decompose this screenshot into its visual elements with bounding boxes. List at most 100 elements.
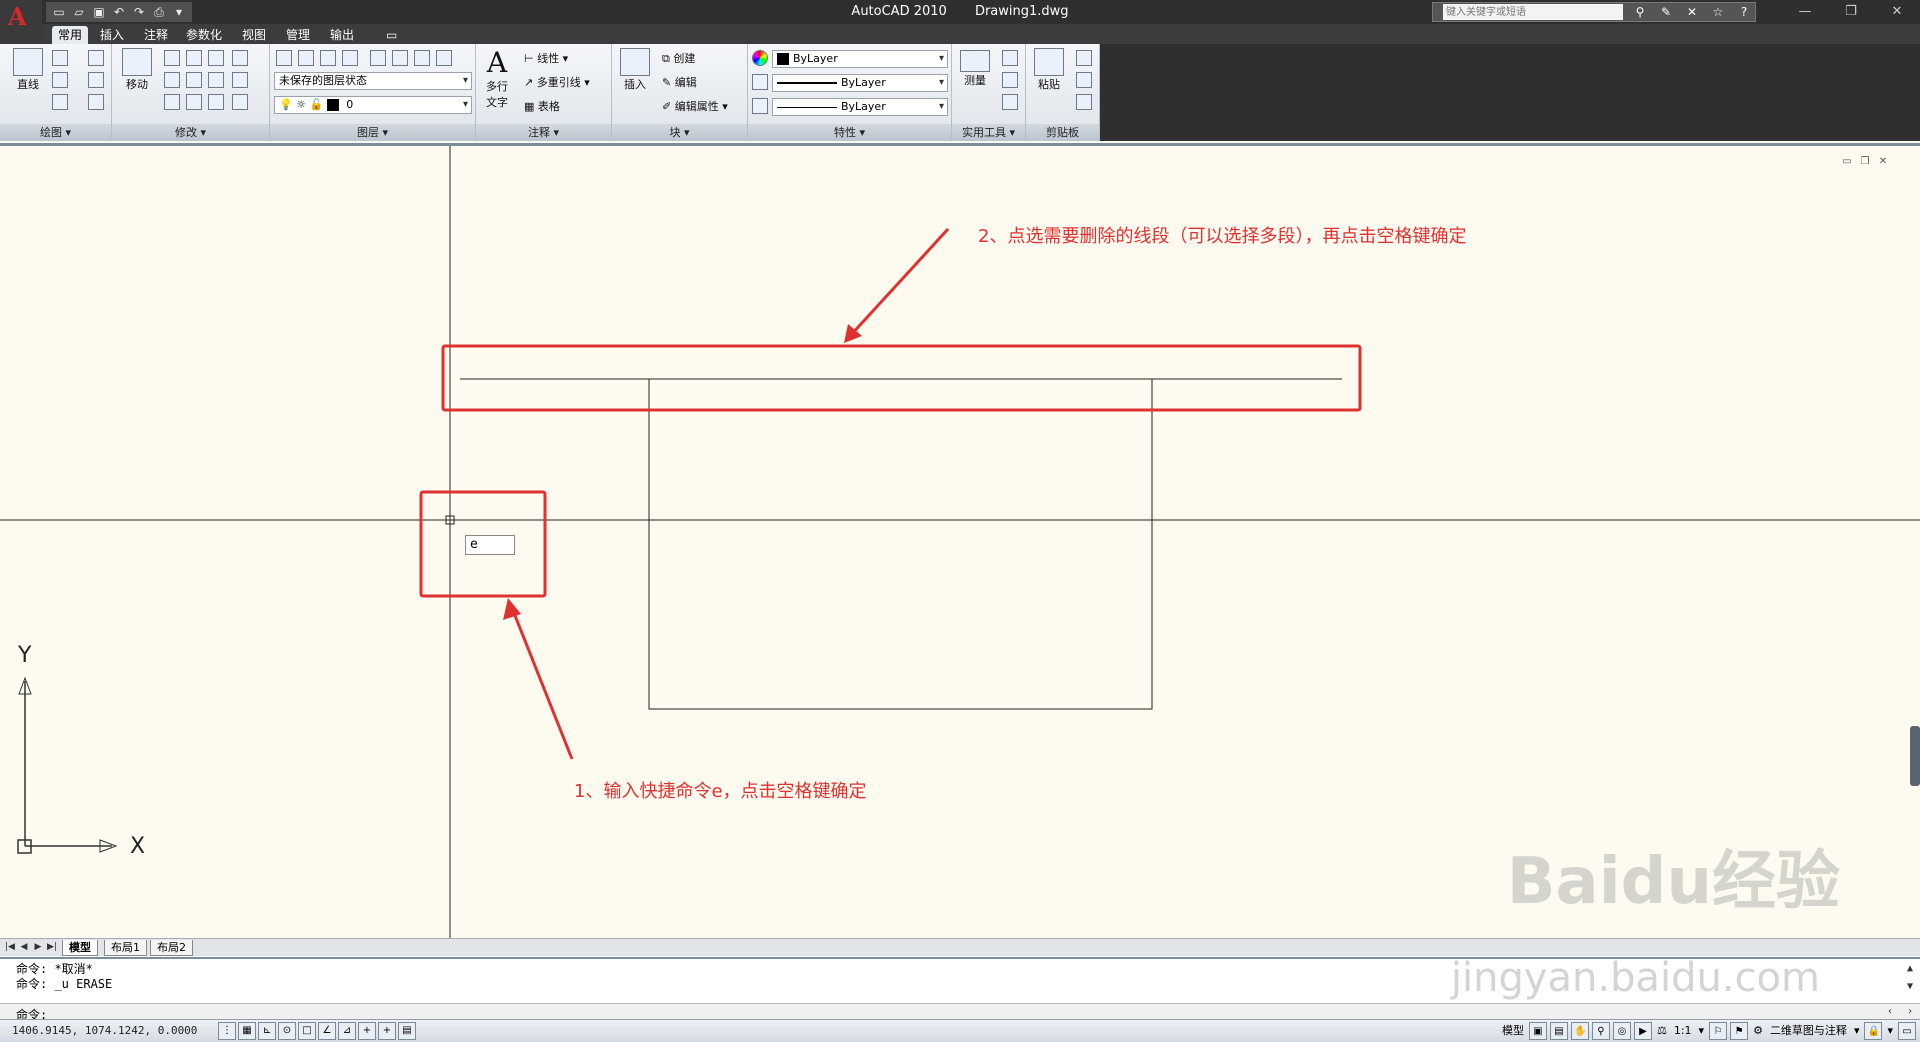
quick-select-icon[interactable] <box>1002 50 1018 66</box>
otrack-toggle-icon[interactable]: ∠ <box>318 1022 336 1040</box>
undo-icon[interactable]: ↶ <box>110 3 128 21</box>
paste-button[interactable]: 粘贴 <box>1032 48 1066 92</box>
workspace-dropdown-icon[interactable]: ▾ <box>1852 1022 1862 1040</box>
fillet-icon[interactable] <box>186 94 202 110</box>
pan-icon[interactable]: ✋ <box>1570 1022 1589 1040</box>
redo-icon[interactable]: ↷ <box>130 3 148 21</box>
command-scroll-up-icon[interactable]: ▲ <box>1902 961 1918 977</box>
restore-button[interactable]: ❐ <box>1828 0 1874 24</box>
model-space-button[interactable]: 模型 <box>1500 1022 1526 1040</box>
layer-lock-icon[interactable] <box>414 50 430 66</box>
linetype-icon[interactable] <box>752 98 768 114</box>
layer-freeze-icon[interactable] <box>370 50 386 66</box>
linetype-dropdown[interactable]: ByLayer <box>772 98 948 116</box>
command-scroll-left-icon[interactable]: ‹ <box>1882 1004 1898 1020</box>
polar-toggle-icon[interactable]: ⊙ <box>278 1022 296 1040</box>
new-file-icon[interactable]: ▭ <box>50 3 68 21</box>
statusbar-menu-icon[interactable]: ▾ <box>1885 1022 1895 1040</box>
dyn-toggle-icon[interactable]: + <box>358 1022 376 1040</box>
trim-icon[interactable] <box>208 50 224 66</box>
circle-icon[interactable] <box>52 72 68 88</box>
zoom-icon[interactable]: ⚲ <box>1591 1022 1610 1040</box>
first-layout-icon[interactable]: |◀ <box>4 940 16 954</box>
create-block-button[interactable]: ⧉ 创建 <box>662 50 695 66</box>
panel-properties-title[interactable]: 特性 ▾ <box>748 124 951 141</box>
calculator-icon[interactable] <box>1002 94 1018 110</box>
tab-manage[interactable]: 管理 <box>280 26 316 44</box>
panel-annotation-title[interactable]: 注释 ▾ <box>476 124 611 141</box>
subscription-icon[interactable]: ✎ <box>1655 3 1677 21</box>
array-icon[interactable] <box>208 94 224 110</box>
layer-match-icon[interactable] <box>298 50 314 66</box>
tab-layout1[interactable]: 布局1 <box>104 940 147 956</box>
lineweight-icon[interactable] <box>752 74 768 90</box>
coordinate-readout[interactable]: 1406.9145, 1074.1242, 0.0000 <box>12 1024 197 1037</box>
tab-annotate[interactable]: 注释 <box>138 26 174 44</box>
panel-block-title[interactable]: 块 ▾ <box>612 124 747 141</box>
move-button[interactable]: 移动 <box>118 48 156 92</box>
auto-scale-icon[interactable]: ⚑ <box>1730 1022 1749 1040</box>
lineweight-dropdown[interactable]: ByLayer <box>772 74 948 92</box>
layer-off-icon[interactable] <box>392 50 408 66</box>
layer-isolate-icon[interactable] <box>342 50 358 66</box>
prev-layout-icon[interactable]: ◀ <box>18 940 30 954</box>
qp-toggle-icon[interactable]: ▤ <box>398 1022 416 1040</box>
line-button[interactable]: 直线 <box>10 48 46 92</box>
minimize-button[interactable]: — <box>1782 0 1828 24</box>
binoculars-icon[interactable]: ⚲ <box>1629 3 1651 21</box>
grid-toggle-icon[interactable]: ▦ <box>238 1022 256 1040</box>
application-menu-button[interactable]: A <box>0 0 42 44</box>
mirror-icon[interactable] <box>208 72 224 88</box>
select-all-icon[interactable] <box>1002 72 1018 88</box>
panel-layers-title[interactable]: 图层 ▾ <box>270 124 475 141</box>
layer-unlock-icon[interactable] <box>436 50 452 66</box>
tab-model[interactable]: 模型 <box>62 940 98 956</box>
layout-quickview-icon[interactable]: ▣ <box>1528 1022 1547 1040</box>
linear-dim-button[interactable]: ⊢ 线性 ▾ <box>524 50 568 66</box>
edit-block-button[interactable]: ✎ 编辑 <box>662 74 697 90</box>
dynamic-input-field[interactable]: e <box>465 535 515 555</box>
close-button[interactable]: ✕ <box>1874 0 1920 24</box>
tab-parametric[interactable]: 参数化 <box>180 26 228 44</box>
mleader-button[interactable]: ↗ 多重引线 ▾ <box>524 74 590 90</box>
hatch-icon[interactable] <box>88 94 104 110</box>
favorites-icon[interactable]: ☆ <box>1707 3 1729 21</box>
panel-draw-title[interactable]: 绘图 ▾ <box>0 124 111 141</box>
color-dropdown[interactable]: ByLayer <box>772 50 948 68</box>
ortho-toggle-icon[interactable]: ⊾ <box>258 1022 276 1040</box>
chamfer-icon[interactable] <box>232 94 248 110</box>
annotation-scale-value[interactable]: 1:1 <box>1672 1022 1694 1040</box>
toolbar-lock-icon[interactable]: 🔒 <box>1864 1022 1883 1040</box>
qat-dropdown-icon[interactable]: ▾ <box>170 3 188 21</box>
tab-layout2[interactable]: 布局2 <box>150 940 193 956</box>
workspace-switch[interactable]: 二维草图与注释 <box>1768 1022 1849 1040</box>
edit-attributes-button[interactable]: ✐ 编辑属性 ▾ <box>662 98 728 114</box>
command-scroll-right-icon[interactable]: › <box>1902 1004 1918 1020</box>
ellipse-icon[interactable] <box>52 94 68 110</box>
explode-icon[interactable] <box>232 72 248 88</box>
search-input[interactable] <box>1443 4 1623 20</box>
match-properties-icon[interactable] <box>1076 94 1092 110</box>
measure-button[interactable]: 测量 <box>958 50 992 88</box>
ducs-toggle-icon[interactable]: ⊿ <box>338 1022 356 1040</box>
open-file-icon[interactable]: ▱ <box>70 3 88 21</box>
last-layout-icon[interactable]: ▶| <box>46 940 58 954</box>
navigation-bar-handle[interactable] <box>1910 726 1920 786</box>
panel-utilities-title[interactable]: 实用工具 ▾ <box>952 124 1025 141</box>
polyline-icon[interactable] <box>52 50 68 66</box>
save-icon[interactable]: ▣ <box>90 3 108 21</box>
tab-home[interactable]: 常用 <box>52 26 89 44</box>
table-button[interactable]: ▦ 表格 <box>524 98 560 114</box>
clean-screen-icon[interactable]: ▭ <box>1898 1022 1916 1040</box>
lwt-toggle-icon[interactable]: + <box>378 1022 396 1040</box>
annotation-scale-dropdown-icon[interactable]: ▾ <box>1697 1022 1707 1040</box>
color-wheel-icon[interactable] <box>752 50 768 66</box>
cut-icon[interactable] <box>1076 50 1092 66</box>
layer-properties-icon[interactable] <box>276 50 292 66</box>
scale-icon[interactable] <box>186 72 202 88</box>
copy-clip-icon[interactable] <box>1076 72 1092 88</box>
next-layout-icon[interactable]: ▶ <box>32 940 44 954</box>
drawing-quickview-icon[interactable]: ▤ <box>1549 1022 1568 1040</box>
drawing-area[interactable]: ▭ ❐ ✕ Y X e 2、点选需要删除的线段（可以选择多段），再点击空格键确定… <box>0 143 1920 938</box>
osnap-toggle-icon[interactable]: □ <box>298 1022 316 1040</box>
